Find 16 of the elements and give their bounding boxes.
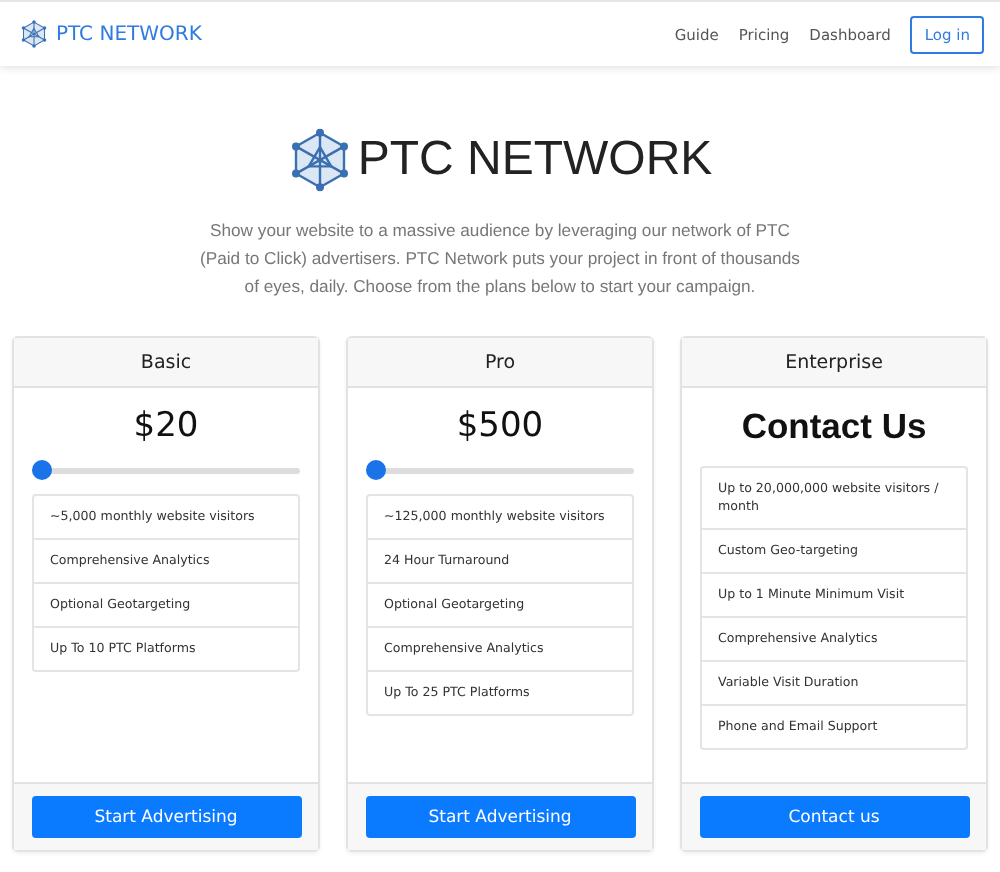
plan-name: Basic (14, 338, 318, 388)
plan-button[interactable]: Contact us (699, 796, 969, 838)
plan-button[interactable]: Start Advertising (365, 796, 635, 838)
network-logo-icon (287, 128, 352, 192)
price-slider[interactable] (366, 460, 634, 480)
network-logo-icon (20, 20, 48, 48)
brand-name[interactable]: PTC NETWORK (56, 23, 202, 45)
hero-title: PTC NETWORK (357, 132, 713, 188)
plan-price: Contact Us (739, 406, 929, 448)
plan-price: $20 (131, 406, 201, 446)
plan-button[interactable]: Start Advertising (31, 796, 301, 838)
plan-name: Pro (348, 338, 652, 388)
hero-description: Show your website to a massive audience by leveraging our network of PTC (Paid to Click) advertisers. PTC Network puts your project in front of thousands of eyes, daily. Choose from the plans below to start your campaign. (200, 218, 800, 300)
price-slider[interactable] (32, 460, 300, 480)
plan-price: $500 (454, 406, 546, 446)
plan-name: Enterprise (682, 338, 986, 388)
